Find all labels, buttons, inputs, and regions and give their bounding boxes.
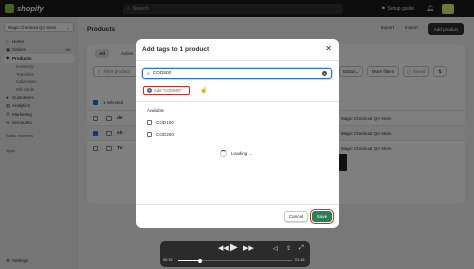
tag-option[interactable]: COD100 [147, 120, 174, 125]
save-button[interactable]: Save [310, 209, 334, 224]
duration: 01:18 [295, 258, 305, 262]
progress-fill [178, 260, 200, 261]
play-icon[interactable]: ▶ [230, 242, 238, 253]
hand-cursor-icon: ☝ [200, 88, 208, 94]
fast-forward-icon[interactable]: ▶▶ [243, 244, 254, 252]
dark-tooltip-fragment [339, 154, 347, 171]
rewind-icon[interactable]: ◀◀ [218, 244, 229, 252]
loading-text: Loading ... [231, 151, 253, 156]
plus-circle-icon: + [147, 88, 152, 93]
expand-icon[interactable]: ⤢ [299, 245, 304, 252]
modal-title: Add tags to 1 product [142, 46, 210, 53]
tag-search-input[interactable]: ⌕ COD500 × [142, 68, 332, 79]
tag-option-label: COD100 [156, 120, 174, 125]
divider [136, 204, 339, 205]
loading-indicator: Loading ... [220, 150, 252, 157]
close-icon[interactable]: ✕ [325, 44, 332, 53]
divider [136, 60, 339, 61]
available-heading: Available [147, 108, 164, 113]
video-player-controls: ◀◀ ▶ ▶▶ ◁ ⇪ ⤢ 00:15 01:18 [160, 241, 310, 267]
current-time: 00:15 [163, 258, 173, 262]
progress-handle[interactable] [197, 258, 202, 263]
tag-checkbox[interactable] [147, 120, 152, 125]
progress-track[interactable] [178, 258, 292, 263]
search-icon: ⌕ [147, 71, 150, 77]
tag-checkbox[interactable] [147, 132, 152, 137]
add-tag-label: Add "COD500" [154, 88, 182, 93]
divider [136, 101, 339, 102]
add-tags-modal: Add tags to 1 product ✕ ⌕ COD500 × + Add… [136, 39, 339, 228]
volume-icon[interactable]: ◁ [273, 245, 278, 252]
tag-input-value: COD500 [152, 71, 172, 76]
clear-icon[interactable]: × [322, 71, 327, 76]
spinner-icon [220, 150, 227, 157]
cancel-button[interactable]: Cancel [284, 211, 308, 222]
tag-option[interactable]: COD200 [147, 132, 174, 137]
share-icon[interactable]: ⇪ [286, 245, 291, 252]
add-tag-option[interactable]: + Add "COD500" [143, 86, 190, 95]
tag-option-label: COD200 [156, 132, 174, 137]
